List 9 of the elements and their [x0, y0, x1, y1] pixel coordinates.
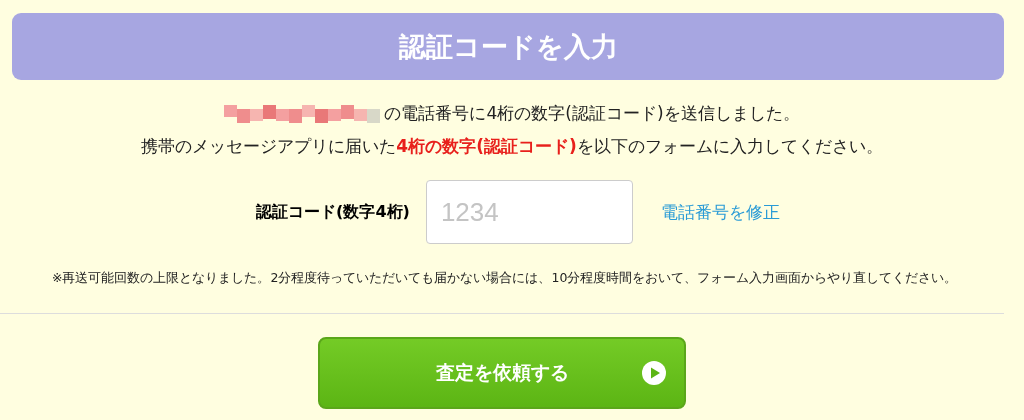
sent-message: の電話番号に4桁の数字(認証コード)を送信しました。 — [384, 102, 800, 125]
edit-phone-link[interactable]: 電話番号を修正 — [660, 200, 780, 224]
play-icon — [642, 361, 666, 385]
instruction-message: 携帯のメッセージアプリに届いた4桁の数字(認証コード)を以下のフォームに入力してください。 — [141, 135, 883, 158]
code-input-field[interactable]: 1234 — [425, 180, 633, 244]
submit-button[interactable]: 査定を依頼する — [318, 337, 686, 409]
code-label: 認証コード(数字4桁) — [256, 201, 410, 223]
resend-limit-note: ※再送可能回数の上限となりました。2分程度待っていただいても届かない場合には、10分程度時間をおいて、フォーム入力画面からやり直してください。 — [52, 270, 959, 287]
header-title: 認証コードを入力 — [398, 29, 618, 64]
